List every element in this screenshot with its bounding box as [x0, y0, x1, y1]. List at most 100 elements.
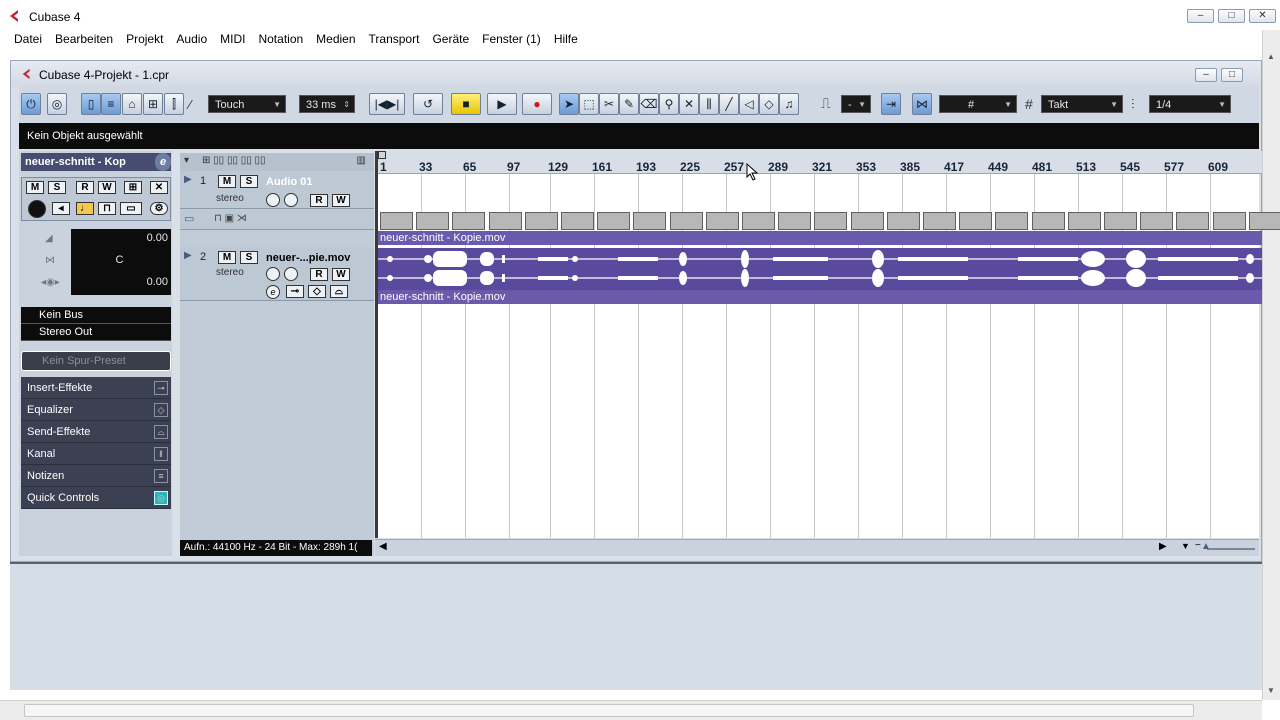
menu-geraete[interactable]: Geräte	[432, 32, 469, 46]
section-send-effects[interactable]: Send-Effekte ⌓	[21, 421, 171, 443]
monitor-icon[interactable]: ◂	[52, 202, 70, 215]
menu-notation[interactable]: Notation	[258, 32, 303, 46]
menu-midi[interactable]: MIDI	[220, 32, 245, 46]
track-color-icon[interactable]: ▥	[357, 155, 366, 166]
track-row[interactable]: ▶ 2 M S neuer-...pie.mov stereo R W e ⊸ …	[180, 247, 374, 301]
scroll-down-icon[interactable]: ▼	[1267, 686, 1275, 695]
snap-select[interactable]: - ▼	[841, 95, 871, 113]
zoom-presets-icon[interactable]: ▼	[1181, 541, 1190, 551]
minimize-icon[interactable]: –	[1195, 68, 1217, 82]
lanes-icon[interactable]: ⊞	[124, 181, 142, 194]
track-preset-field[interactable]: Kein Spur-Preset	[21, 351, 171, 371]
erase-tool-icon[interactable]: ⌫	[639, 93, 659, 115]
scroll-right-icon[interactable]: ▶	[1159, 541, 1167, 552]
zoom-tool-icon[interactable]: ⚲	[659, 93, 679, 115]
edit-channel-icon[interactable]: e	[155, 153, 171, 171]
settings-icon[interactable]: ⚙	[150, 202, 168, 215]
grid-mode-select[interactable]: # ▼	[939, 95, 1017, 113]
object-select-tool-icon[interactable]: ➤	[559, 93, 579, 115]
monitor-icon[interactable]	[284, 193, 298, 207]
section-equalizer[interactable]: Equalizer ◇	[21, 399, 171, 421]
send-icon[interactable]: ⌓	[154, 425, 168, 439]
record-enable-icon[interactable]	[28, 200, 46, 218]
track-name[interactable]: neuer-...pie.mov	[266, 252, 350, 264]
stop-button[interactable]: ■	[451, 93, 481, 115]
grid-type-select[interactable]: Takt ▼	[1041, 95, 1123, 113]
constrain-delay-icon[interactable]: ◎	[47, 93, 67, 115]
section-insert-effects[interactable]: Insert-Effekte ⊸	[21, 377, 171, 399]
arrange-window[interactable]: 1 33 65 97 129 161 193 225 257 289 321 3…	[375, 151, 1280, 538]
lock-icon[interactable]: ⊓	[98, 202, 116, 215]
channel-icon[interactable]: ǁ	[154, 447, 168, 461]
color-tool-icon[interactable]: ◇	[759, 93, 779, 115]
show-pool-icon[interactable]: ⊞	[143, 93, 163, 115]
range-select-tool-icon[interactable]: ⬚	[579, 93, 599, 115]
track-row[interactable]: ▶ 1 M S Audio 01 stereo R W	[180, 171, 374, 209]
insert-icon[interactable]: ⊸	[286, 285, 304, 298]
solo-button[interactable]: S	[48, 181, 66, 194]
read-automation-button[interactable]: R	[76, 181, 94, 194]
audio-event[interactable]	[378, 248, 1262, 290]
read-automation-button[interactable]: R	[310, 194, 328, 207]
notes-icon[interactable]: ≡	[154, 469, 168, 483]
solo-button[interactable]: S	[240, 175, 258, 188]
mute-button[interactable]: M	[218, 251, 236, 264]
cycle-icon[interactable]: ↺	[413, 93, 443, 115]
scroll-left-icon[interactable]: ◀	[379, 541, 387, 552]
send-icon[interactable]: ⌓	[330, 285, 348, 298]
zoom-slider-thumb-icon[interactable]: ▲	[1201, 541, 1211, 552]
write-automation-button[interactable]: W	[332, 268, 350, 281]
section-notes[interactable]: Notizen ≡	[21, 465, 171, 487]
write-automation-button[interactable]: W	[332, 194, 350, 207]
monitor-icon[interactable]	[284, 267, 298, 281]
mute-tool-icon[interactable]: ✕	[679, 93, 699, 115]
snap-zero-crossing-icon[interactable]: ⋈	[912, 93, 932, 115]
menu-medien[interactable]: Medien	[316, 32, 355, 46]
outer-vertical-scrollbar[interactable]: ▲ ▼	[1262, 30, 1280, 700]
draw-tool-icon[interactable]: ✎	[619, 93, 639, 115]
pan-field[interactable]: C	[71, 251, 171, 273]
write-automation-button[interactable]: W	[98, 181, 116, 194]
audition-tool-icon[interactable]: ♫	[779, 93, 799, 115]
maximize-icon[interactable]: □	[1218, 9, 1245, 23]
outer-horizontal-scrollbar[interactable]	[0, 700, 1262, 720]
play-button[interactable]: ▶	[487, 93, 517, 115]
menu-bearbeiten[interactable]: Bearbeiten	[55, 32, 113, 46]
record-enable-icon[interactable]	[266, 267, 280, 281]
eq-icon[interactable]: ◇	[308, 285, 326, 298]
menu-datei[interactable]: Datei	[14, 32, 42, 46]
minimize-icon[interactable]: –	[1187, 9, 1214, 23]
video-track-controls[interactable]: ⊓ ▣ ⋊	[214, 213, 247, 224]
timeline-ruler[interactable]: 1 33 65 97 129 161 193 225 257 289 321 3…	[378, 151, 1262, 174]
autoscroll-icon[interactable]: ⎍	[821, 95, 831, 112]
freeze-icon[interactable]: ✕	[150, 181, 168, 194]
expand-icon[interactable]: ▶	[184, 174, 192, 185]
menu-fenster[interactable]: Fenster (1)	[482, 32, 541, 46]
line-tool-icon[interactable]: ╱	[719, 93, 739, 115]
show-inspector-icon[interactable]: ▯	[81, 93, 101, 115]
record-enable-icon[interactable]	[266, 193, 280, 207]
section-quick-controls[interactable]: Quick Controls ◎	[21, 487, 171, 509]
time-warp-tool-icon[interactable]: ⫼	[699, 93, 719, 115]
audio-event-name[interactable]: neuer-schnitt - Kopie.mov	[378, 290, 1262, 304]
record-button[interactable]: ●	[522, 93, 552, 115]
timebase-icon[interactable]: ▭	[120, 202, 142, 215]
output-routing[interactable]: Stereo Out	[21, 324, 171, 341]
close-icon[interactable]: ✕	[1249, 9, 1276, 23]
read-automation-button[interactable]: R	[310, 268, 328, 281]
latency-field[interactable]: 33 ms ⇕	[299, 95, 355, 113]
left-locator-icon[interactable]	[378, 151, 386, 159]
menu-projekt[interactable]: Projekt	[126, 32, 163, 46]
activate-project-icon[interactable]: ⏻	[21, 93, 41, 115]
goto-start-end-icon[interactable]: |◀▶|	[369, 93, 405, 115]
mute-button[interactable]: M	[218, 175, 236, 188]
expand-icon[interactable]: ▶	[184, 250, 192, 261]
delay-field[interactable]: 0.00	[71, 273, 171, 295]
show-mixer-icon[interactable]: ⫿	[164, 93, 184, 115]
insert-icon[interactable]: ⊸	[154, 381, 168, 395]
show-overview-icon[interactable]: ⌂	[122, 93, 142, 115]
show-infoline-icon[interactable]: ≡	[101, 93, 121, 115]
zoom-slider[interactable]	[1207, 548, 1255, 550]
scroll-thumb[interactable]	[24, 704, 1194, 717]
snap-toggle-icon[interactable]: ⇥	[881, 93, 901, 115]
